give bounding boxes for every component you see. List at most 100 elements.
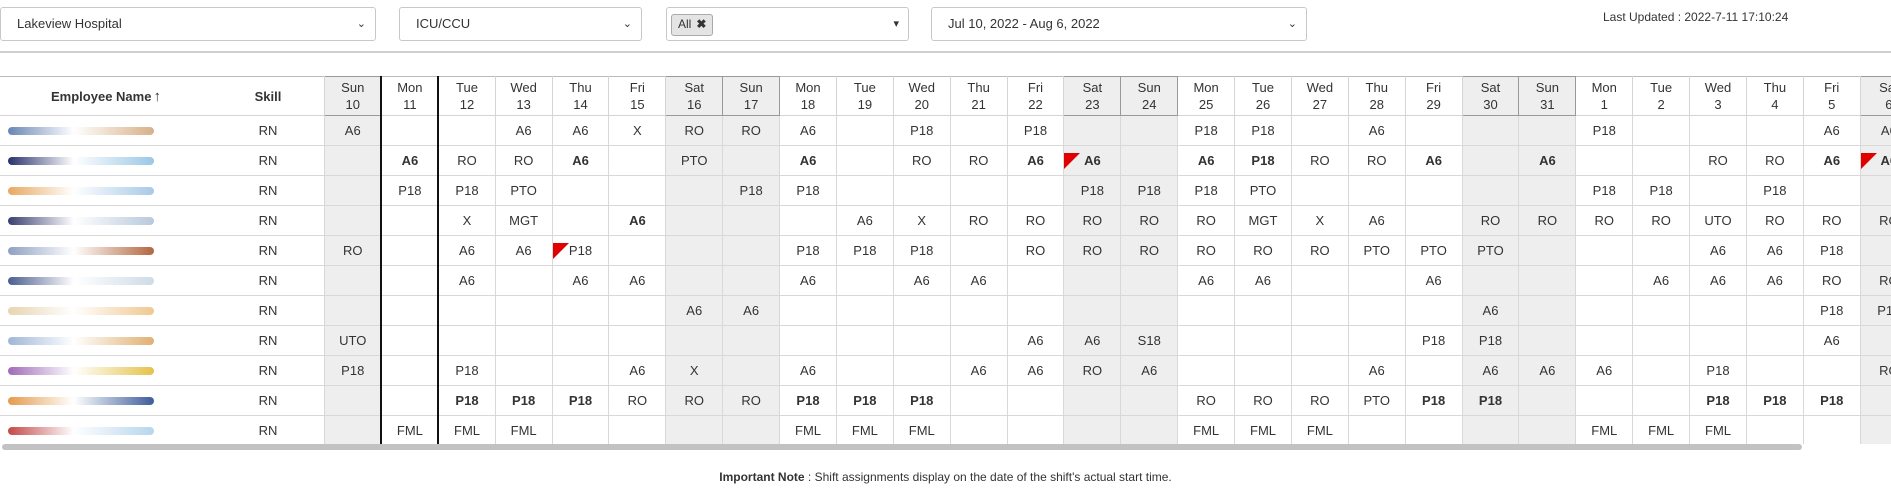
shift-cell[interactable] [892, 295, 951, 326]
shift-cell[interactable]: A6 [1802, 145, 1861, 176]
shift-cell[interactable] [494, 265, 553, 296]
shift-cell[interactable]: FML [1234, 415, 1292, 444]
shift-cell[interactable] [380, 265, 439, 296]
shift-cell[interactable] [380, 355, 439, 386]
shift-cell[interactable]: A6 [949, 265, 1008, 296]
shift-cell[interactable]: RO [722, 385, 781, 416]
shift-cell[interactable]: RO [1290, 235, 1349, 266]
shift-cell[interactable] [1120, 265, 1179, 296]
shift-cell[interactable] [722, 355, 781, 386]
shift-cell[interactable]: A6 [779, 355, 837, 386]
shift-cell[interactable] [665, 325, 724, 356]
employee-name-cell[interactable] [0, 265, 212, 296]
shift-cell[interactable] [1006, 415, 1065, 444]
shift-cell[interactable] [1859, 235, 1891, 266]
shift-cell[interactable] [1177, 295, 1236, 326]
shift-cell[interactable] [608, 415, 667, 444]
shift-cell[interactable] [551, 415, 610, 444]
shift-cell[interactable] [1006, 265, 1065, 296]
shift-cell[interactable] [1632, 355, 1691, 386]
shift-cell[interactable] [892, 175, 951, 206]
shift-cell[interactable] [722, 265, 781, 296]
shift-cell[interactable] [1518, 175, 1577, 206]
shift-cell[interactable]: P18 [1859, 295, 1891, 326]
shift-cell[interactable] [1120, 385, 1179, 416]
shift-cell[interactable]: P18 [324, 355, 382, 386]
shift-cell[interactable] [1802, 355, 1861, 386]
shift-cell[interactable] [324, 265, 382, 296]
shift-cell[interactable] [1234, 325, 1292, 356]
shift-cell[interactable]: P18 [1745, 385, 1804, 416]
shift-cell[interactable] [835, 175, 894, 206]
shift-cell[interactable]: X [892, 205, 951, 236]
shift-cell[interactable] [324, 295, 382, 326]
shift-cell[interactable]: P18 [1689, 355, 1747, 386]
shift-cell[interactable]: P18 [1177, 175, 1236, 206]
shift-cell[interactable]: A6 [1745, 265, 1804, 296]
employee-name-cell[interactable] [0, 295, 212, 326]
scrollbar-thumb[interactable] [2, 444, 1802, 450]
shift-cell[interactable] [1859, 325, 1891, 356]
shift-cell[interactable] [380, 325, 439, 356]
shift-cell[interactable]: A6 [1347, 355, 1406, 386]
shift-cell[interactable] [1859, 175, 1891, 206]
shift-cell[interactable] [1518, 325, 1577, 356]
shift-cell[interactable] [324, 385, 382, 416]
shift-cell[interactable]: A6 [1859, 115, 1891, 146]
shift-cell[interactable] [1575, 385, 1634, 416]
shift-cell[interactable]: FML [494, 415, 553, 444]
shift-cell[interactable]: FML [892, 415, 951, 444]
shift-cell[interactable]: UTO [1689, 205, 1747, 236]
shift-cell[interactable] [722, 325, 781, 356]
shift-cell[interactable]: A6 [1006, 145, 1065, 176]
shift-cell[interactable] [1518, 295, 1577, 326]
shift-cell[interactable] [779, 295, 837, 326]
shift-cell[interactable]: P18 [892, 235, 951, 266]
shift-cell[interactable]: MGT [1234, 205, 1292, 236]
shift-cell[interactable]: RO [949, 205, 1008, 236]
shift-cell[interactable] [608, 175, 667, 206]
shift-cell[interactable]: A6 [1461, 355, 1520, 386]
shift-cell[interactable] [1290, 175, 1349, 206]
shift-cell[interactable] [1575, 265, 1634, 296]
shift-cell[interactable] [1745, 325, 1804, 356]
shift-cell[interactable]: A6 [551, 145, 610, 176]
shift-cell[interactable] [1859, 415, 1891, 444]
shift-cell[interactable]: P18 [1063, 175, 1122, 206]
shift-cell[interactable]: P18 [1632, 175, 1691, 206]
shift-cell[interactable]: A6 [1120, 355, 1179, 386]
shift-cell[interactable]: A6 [608, 205, 667, 236]
shift-cell[interactable] [1347, 265, 1406, 296]
shift-cell[interactable] [1404, 415, 1463, 444]
shift-cell[interactable]: RO [1177, 385, 1236, 416]
shift-cell[interactable] [551, 295, 610, 326]
shift-cell[interactable]: RO [494, 145, 553, 176]
shift-cell[interactable]: RO [1745, 145, 1804, 176]
shift-cell[interactable] [1290, 265, 1349, 296]
shift-cell[interactable] [949, 415, 1008, 444]
shift-cell[interactable] [949, 385, 1008, 416]
shift-cell[interactable]: A6 [949, 355, 1008, 386]
shift-cell[interactable] [1290, 355, 1349, 386]
shift-cell[interactable]: P18 [835, 235, 894, 266]
shift-cell[interactable]: P18 [1177, 115, 1236, 146]
shift-cell[interactable]: RO [1234, 385, 1292, 416]
shift-cell[interactable]: RO [1347, 145, 1406, 176]
shift-cell[interactable]: FML [1177, 415, 1236, 444]
shift-cell[interactable] [779, 205, 837, 236]
shift-cell[interactable] [835, 295, 894, 326]
shift-cell[interactable]: P18 [1802, 235, 1861, 266]
shift-cell[interactable] [324, 415, 382, 444]
shift-cell[interactable] [1234, 295, 1292, 326]
shift-cell[interactable]: A6 [1063, 325, 1122, 356]
shift-cell[interactable]: P18 [437, 355, 496, 386]
shift-cell[interactable] [1404, 175, 1463, 206]
shift-cell[interactable] [1518, 415, 1577, 444]
shift-cell[interactable]: A6 [494, 115, 553, 146]
shift-cell[interactable] [722, 205, 781, 236]
shift-cell[interactable]: X [608, 115, 667, 146]
shift-cell[interactable] [551, 175, 610, 206]
shift-cell[interactable] [1290, 325, 1349, 356]
shift-cell[interactable] [608, 235, 667, 266]
shift-cell[interactable] [1120, 115, 1179, 146]
